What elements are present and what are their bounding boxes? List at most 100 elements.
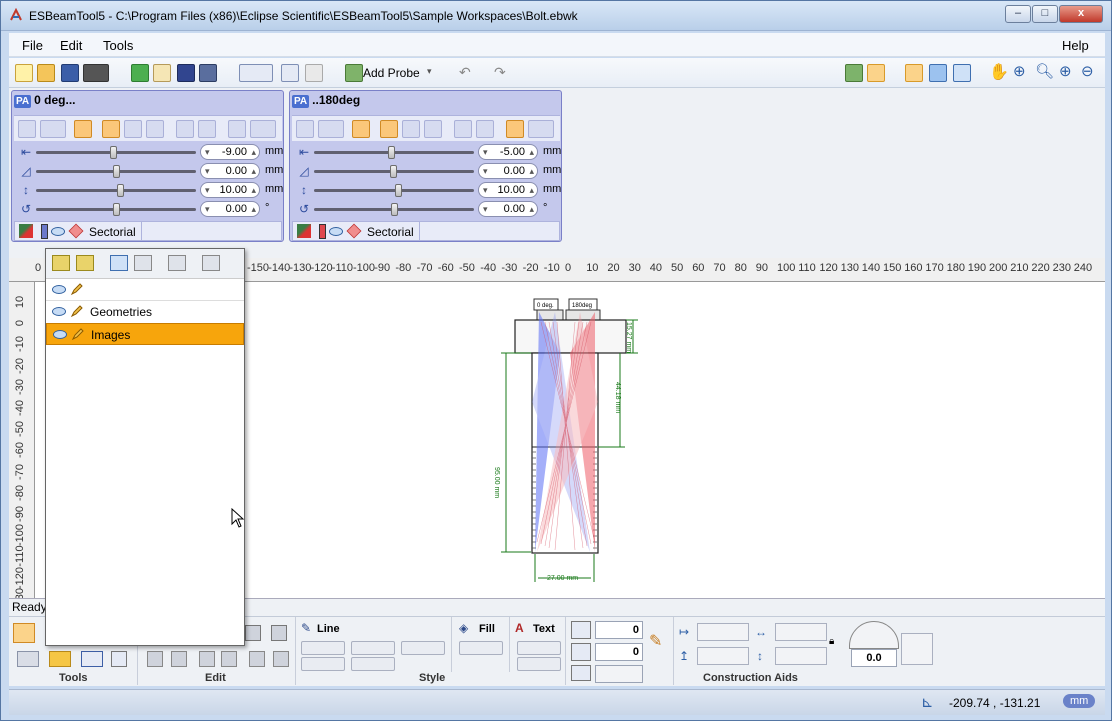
open-folder-icon[interactable] [37, 64, 55, 82]
text-color-dropdown[interactable] [517, 641, 561, 655]
layer-settings-icon[interactable] [202, 255, 220, 271]
menu-file[interactable]: File [22, 38, 43, 53]
scan-type-label[interactable]: Sectorial [367, 225, 414, 239]
layer-down-icon[interactable] [134, 255, 152, 271]
layers-tool-icon[interactable] [49, 651, 71, 667]
width-input[interactable] [775, 623, 827, 641]
save-icon[interactable] [61, 64, 79, 82]
text-label[interactable]: Text [533, 623, 555, 635]
rotate-icon[interactable] [221, 651, 237, 667]
probe-tools-icon[interactable] [17, 651, 39, 667]
view-front-icon[interactable] [905, 64, 923, 82]
grid-toggle-icon[interactable] [901, 633, 933, 665]
scale-icon[interactable] [250, 120, 276, 138]
edit-pencil-icon[interactable]: ✎ [649, 631, 662, 651]
angle-spinner[interactable]: 0.00 [478, 201, 538, 217]
notes-icon[interactable] [153, 64, 171, 82]
remove-layer-icon[interactable] [76, 255, 94, 271]
angle-dial[interactable] [849, 621, 899, 649]
text-abc-icon[interactable] [380, 120, 398, 138]
wedge-angle-icon[interactable] [146, 120, 164, 138]
index-spinner[interactable]: 0.00 [478, 163, 538, 179]
x-distance-input[interactable] [697, 623, 749, 641]
line-color-dropdown[interactable] [401, 641, 445, 655]
eye-icon[interactable] [52, 307, 66, 316]
line-label[interactable]: Line [317, 623, 340, 635]
beam-icon[interactable] [296, 120, 314, 138]
layer-down-icon[interactable] [867, 64, 885, 82]
slider-knob[interactable] [395, 184, 402, 197]
layer-up-icon[interactable] [110, 255, 128, 271]
scan-type-label[interactable]: Sectorial [89, 225, 136, 239]
angle-input[interactable]: 0.0 [851, 649, 897, 667]
ungroup-icon[interactable] [171, 651, 187, 667]
line-width-dropdown[interactable] [301, 657, 345, 671]
menu-help[interactable]: Help [1062, 38, 1089, 53]
image-icon[interactable] [177, 64, 195, 82]
probe-tool-icon[interactable] [239, 64, 273, 82]
slider-track[interactable] [36, 189, 196, 192]
mirror-icon[interactable] [228, 120, 246, 138]
panel-toggle-icon[interactable] [111, 651, 127, 667]
slider-knob[interactable] [110, 146, 117, 159]
zoom-out-icon[interactable]: ⊖ [1081, 62, 1094, 80]
eye-icon[interactable] [52, 285, 66, 294]
position-spinner[interactable]: -9.00 [200, 144, 260, 160]
text-abc-icon[interactable] [102, 120, 120, 138]
beam-icon[interactable] [18, 120, 36, 138]
eye-icon[interactable] [329, 227, 343, 236]
eye-toggle-icon[interactable] [352, 120, 370, 138]
menu-tools[interactable]: Tools [103, 38, 133, 53]
maximize-button[interactable]: □ [1032, 5, 1058, 23]
edit-probe-icon[interactable] [281, 64, 299, 82]
slider-track[interactable] [314, 189, 474, 192]
wedge-icon[interactable] [124, 120, 142, 138]
flip-icon[interactable] [199, 651, 215, 667]
list-input[interactable] [595, 665, 643, 683]
slider-knob[interactable] [113, 203, 120, 216]
redo-icon[interactable]: ↷ [494, 64, 506, 81]
probe-color-icon[interactable] [19, 224, 33, 238]
close-button[interactable]: x [1059, 5, 1103, 23]
line-dash-dropdown[interactable] [351, 641, 395, 655]
view-3d-icon[interactable] [929, 64, 947, 82]
minimize-button[interactable]: ‒ [1005, 5, 1031, 23]
fill-label[interactable]: Fill [479, 623, 495, 635]
chevron-down-icon[interactable]: ▾ [427, 66, 432, 77]
pan-hand-icon[interactable]: ✋ [989, 62, 1009, 82]
height-spinner[interactable]: 10.00 [478, 182, 538, 198]
paste-icon[interactable] [271, 625, 287, 641]
eraser-icon[interactable] [346, 223, 362, 239]
zoom-all-icon[interactable]: ⊕ [1013, 62, 1026, 80]
offset-icon[interactable] [176, 120, 194, 138]
skew-icon[interactable] [476, 120, 494, 138]
copy-icon[interactable] [245, 625, 261, 641]
snap-length-icon[interactable] [571, 621, 591, 639]
group-icon[interactable] [147, 651, 163, 667]
pencil-icon[interactable] [70, 304, 84, 318]
text-size-dropdown[interactable] [517, 657, 561, 671]
slider-knob[interactable] [117, 184, 124, 197]
pencil-icon[interactable] [70, 282, 84, 296]
lock-icon[interactable]: 🔒︎ [829, 636, 834, 647]
menu-edit[interactable]: Edit [60, 38, 82, 53]
layer-item[interactable]: Images [46, 323, 244, 345]
slider-knob[interactable] [388, 146, 395, 159]
snap-angle-icon[interactable] [571, 643, 591, 661]
wedge-angle-icon[interactable] [424, 120, 442, 138]
eye-toggle-icon[interactable] [74, 120, 92, 138]
y-distance-input[interactable] [697, 647, 749, 665]
scale-icon[interactable] [528, 120, 554, 138]
slider-knob[interactable] [113, 165, 120, 178]
unit-badge[interactable]: mm [1063, 694, 1096, 708]
layer-item[interactable]: Geometries [46, 301, 244, 323]
pencil-icon[interactable] [71, 327, 85, 341]
line-style-dropdown[interactable] [301, 641, 345, 655]
grid-icon[interactable] [199, 64, 217, 82]
snap-length-input[interactable]: 0 [595, 621, 643, 639]
add-layer-icon[interactable] [52, 255, 70, 271]
distribute-icon[interactable] [273, 651, 289, 667]
line-end-dropdown[interactable] [351, 657, 395, 671]
gear-icon[interactable] [40, 120, 66, 138]
report-icon[interactable] [131, 64, 149, 82]
